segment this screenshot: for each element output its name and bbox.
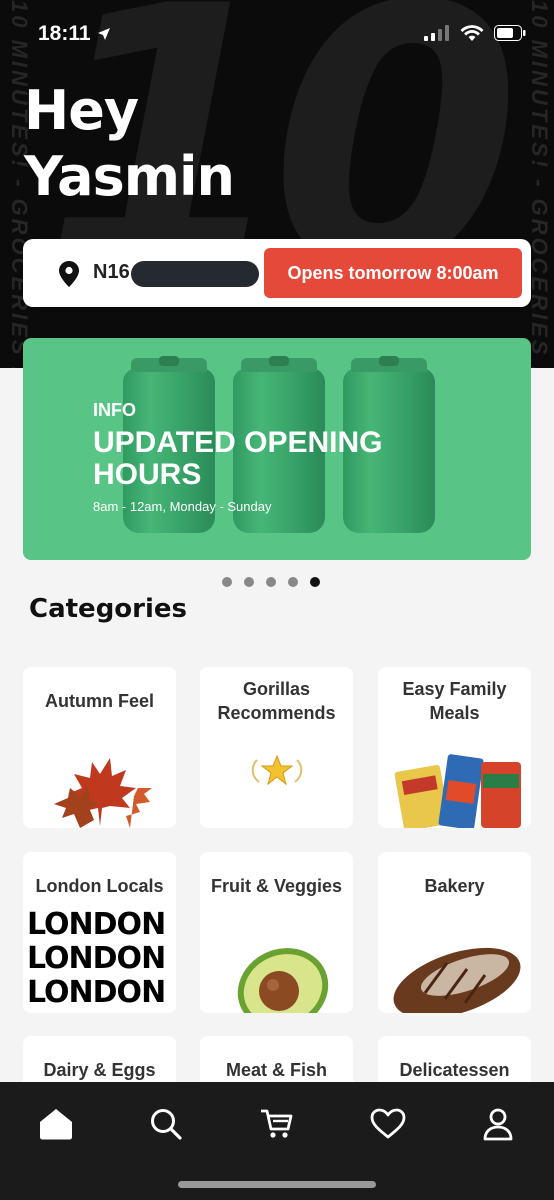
clock: 18:11 xyxy=(38,22,91,45)
redacted-address xyxy=(131,261,259,287)
category-label: Autumn Feel xyxy=(44,691,154,711)
status-time: 18:11 xyxy=(38,22,111,46)
category-label: Easy Family Meals xyxy=(402,679,507,723)
battery-icon xyxy=(494,25,526,41)
category-label: Bakery xyxy=(424,876,485,896)
cart-icon xyxy=(261,1109,293,1138)
bread-loaf-image xyxy=(378,923,531,1013)
carousel-dot[interactable] xyxy=(266,577,276,587)
wifi-icon xyxy=(460,25,484,41)
opening-status-button[interactable]: Opens tomorrow 8:00am xyxy=(264,248,522,298)
home-icon xyxy=(40,1109,72,1140)
banner-text: INFO UPDATED OPENING HOURS 8am - 12am, M… xyxy=(93,400,433,514)
london-word: LONDON xyxy=(27,975,166,1010)
category-tile-bakery[interactable]: Bakery xyxy=(378,852,531,1013)
status-bar: 18:11 xyxy=(0,0,554,70)
star-badge-image xyxy=(200,720,353,820)
cellular-signal-icon xyxy=(424,25,449,41)
carousel-pagination xyxy=(222,577,320,587)
status-icons xyxy=(424,24,526,42)
grocery-packs-image xyxy=(378,738,531,828)
maple-leaves-image xyxy=(23,738,176,828)
header-hero: 10 10 MINUTES! - GROCERIES IN 10 MINUTES… xyxy=(0,0,554,368)
category-tile-gorillas-recommends[interactable]: Gorillas Recommends xyxy=(200,667,353,828)
greeting-line-1: Hey xyxy=(24,79,139,142)
london-wordmark-image: LONDON LONDON LONDON xyxy=(27,907,166,1010)
categories-heading: Categories xyxy=(29,594,188,624)
london-word: LONDON xyxy=(27,907,166,942)
carousel-dot[interactable] xyxy=(288,577,298,587)
map-pin-icon xyxy=(59,261,79,287)
category-tile-london-locals[interactable]: London Locals LONDON LONDON LONDON xyxy=(23,852,176,1013)
search-icon xyxy=(151,1109,182,1140)
category-label: Dairy & Eggs xyxy=(43,1060,156,1080)
tab-cart[interactable] xyxy=(246,1100,306,1148)
greeting-user-name: Yasmin xyxy=(24,145,235,208)
delivery-location-card[interactable]: N16 Opens tomorrow 8:00am xyxy=(23,239,531,307)
location-arrow-icon xyxy=(97,28,110,40)
category-label: Gorillas Recommends xyxy=(217,679,336,723)
banner-kicker: INFO xyxy=(93,400,136,420)
category-tile-fruit-veggies[interactable]: Fruit & Veggies xyxy=(200,852,353,1013)
category-label: London Locals xyxy=(35,876,164,896)
heart-icon xyxy=(370,1108,406,1139)
category-label: Fruit & Veggies xyxy=(210,876,343,896)
carousel-dot-active[interactable] xyxy=(310,577,320,587)
home-indicator xyxy=(178,1181,376,1188)
profile-icon xyxy=(483,1108,513,1141)
greeting-title: Hey Yasmin xyxy=(24,78,235,210)
promo-banner[interactable]: INFO UPDATED OPENING HOURS 8am - 12am, M… xyxy=(23,338,531,560)
tab-profile[interactable] xyxy=(468,1100,528,1148)
carousel-dot[interactable] xyxy=(222,577,232,587)
tab-home[interactable] xyxy=(26,1100,86,1148)
category-label: Delicatessen xyxy=(399,1060,510,1080)
avocado-image xyxy=(200,923,353,1013)
banner-subtitle: 8am - 12am, Monday - Sunday xyxy=(93,499,272,514)
category-tile-autumn-feel[interactable]: Autumn Feel xyxy=(23,667,176,828)
banner-title: UPDATED OPENING HOURS xyxy=(93,426,383,491)
category-label: Meat & Fish xyxy=(225,1060,327,1080)
carousel-dot[interactable] xyxy=(244,577,254,587)
london-word: LONDON xyxy=(27,941,166,976)
category-tile-easy-family-meals[interactable]: Easy Family Meals xyxy=(378,667,531,828)
postcode-text: N16 xyxy=(93,261,130,283)
tab-search[interactable] xyxy=(136,1100,196,1148)
tab-favourites[interactable] xyxy=(358,1100,418,1148)
